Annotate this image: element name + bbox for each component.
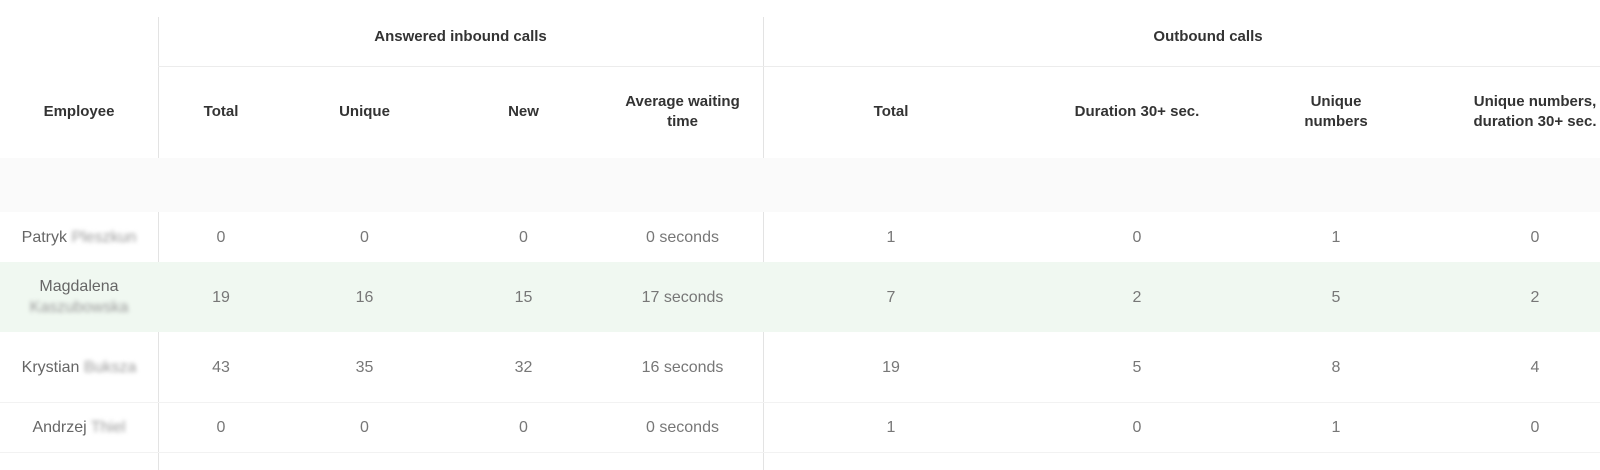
column-header-duration-30[interactable]: Duration 30+ sec. — [1019, 66, 1255, 158]
cell-inbound-unique: 0 — [360, 228, 369, 246]
column-header-average-waiting-time[interactable]: Average waiting time — [602, 66, 763, 158]
group-header-inbound: Answered inbound calls — [374, 27, 547, 45]
cell-inbound-new: 0 — [519, 418, 528, 436]
cell-inbound-total: 0 — [216, 228, 226, 246]
cell-average-waiting-time: 16 seconds — [641, 358, 724, 376]
table-row[interactable]: Andrzej Thiel 0 0 0 0 seconds 1 0 1 0 — [0, 402, 1600, 452]
empty-row — [0, 158, 1600, 212]
cell-unique-numbers-duration-30: 4 — [1530, 358, 1540, 376]
cell-average-waiting-time: 0 seconds — [646, 228, 719, 246]
employee-last-name: Pleszkun — [71, 228, 137, 246]
cell-inbound-unique: 16 — [355, 288, 374, 306]
cell-inbound-total: 0 — [216, 418, 226, 436]
employee-name-cell: Andrzej Thiel — [0, 402, 158, 452]
employee-last-name: Buksza — [83, 358, 137, 376]
column-header-inbound-new[interactable]: New — [445, 66, 602, 158]
cell-average-waiting-time: 0 seconds — [646, 418, 719, 436]
cell-duration-30: 5 — [1132, 358, 1142, 376]
table-row[interactable]: Magdalena Kaszubowska 19 16 15 17 seconds… — [0, 262, 1600, 332]
group-header-outbound: Outbound calls — [1153, 27, 1263, 45]
cell-inbound-total: 19 — [212, 288, 230, 306]
row-divider — [0, 452, 1600, 453]
cell-inbound-total: 43 — [212, 358, 230, 376]
employee-name-cell: Patryk Pleszkun — [0, 212, 158, 262]
cell-inbound-unique: 0 — [360, 418, 369, 436]
cell-average-waiting-time: 17 seconds — [641, 288, 724, 306]
cell-unique-numbers: 1 — [1331, 228, 1341, 246]
column-header-inbound-total[interactable]: Total — [158, 66, 284, 158]
cell-duration-30: 0 — [1132, 228, 1142, 246]
employee-first-name: Patryk — [21, 228, 67, 246]
cell-unique-numbers-duration-30: 0 — [1530, 418, 1540, 436]
employee-name-cell: Krystian Buksza — [0, 332, 158, 402]
cell-inbound-new: 0 — [519, 228, 528, 246]
cell-duration-30: 0 — [1132, 418, 1142, 436]
table-row[interactable]: Patryk Pleszkun 0 0 0 0 seconds 1 0 1 0 — [0, 212, 1600, 262]
employee-first-name: Magdalena — [39, 278, 119, 295]
employee-last-name: Kaszubowska — [29, 299, 129, 316]
cell-inbound-new: 32 — [514, 358, 533, 376]
column-header-employee[interactable]: Employee — [0, 66, 158, 158]
cell-outbound-total: 1 — [886, 418, 896, 436]
cell-outbound-total: 7 — [886, 288, 896, 306]
column-header-unique-numbers[interactable]: Unique numbers — [1255, 66, 1417, 158]
cell-inbound-unique: 35 — [355, 358, 374, 376]
cell-unique-numbers-duration-30: 0 — [1530, 228, 1540, 246]
employee-name-cell: Magdalena Kaszubowska — [0, 262, 158, 332]
column-header-unique-numbers-duration-30[interactable]: Unique numbers, duration 30+ sec. — [1417, 66, 1600, 158]
employee-first-name: Andrzej — [32, 418, 87, 436]
cell-outbound-total: 19 — [882, 358, 900, 376]
cell-unique-numbers-duration-30: 2 — [1530, 288, 1540, 306]
cell-unique-numbers: 8 — [1331, 358, 1341, 376]
cell-unique-numbers: 5 — [1331, 288, 1341, 306]
employee-first-name: Krystian — [21, 358, 80, 376]
column-header-inbound-unique[interactable]: Unique — [284, 66, 445, 158]
cell-outbound-total: 1 — [886, 228, 896, 246]
cell-inbound-new: 15 — [514, 288, 533, 306]
cell-duration-30: 2 — [1132, 288, 1142, 306]
employee-last-name: Thiel — [90, 418, 126, 436]
cell-unique-numbers: 1 — [1331, 418, 1341, 436]
column-header-outbound-total[interactable]: Total — [763, 66, 1019, 158]
table-row[interactable]: Krystian Buksza 43 35 32 16 seconds 19 5… — [0, 332, 1600, 402]
